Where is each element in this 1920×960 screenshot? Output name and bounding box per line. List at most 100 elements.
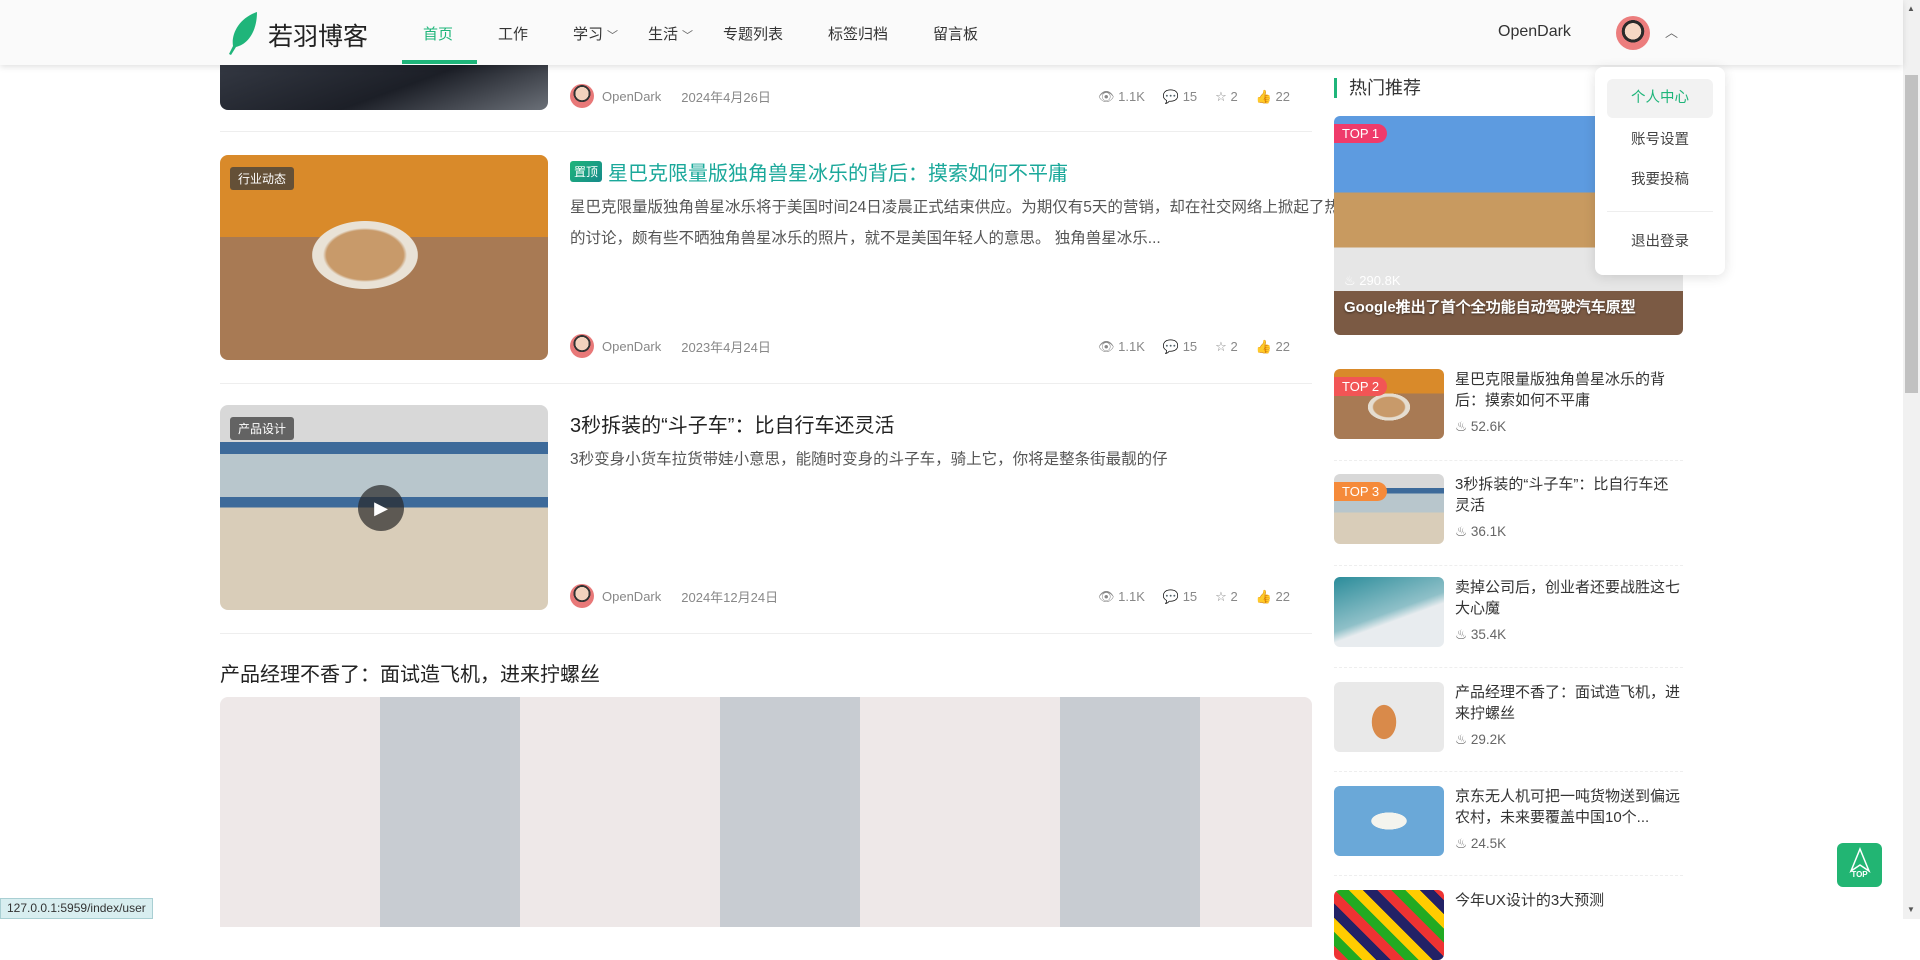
article-summary: 3秒变身小货车拉货带娃小意思，能随时变身的斗子车，骑上它，你将是整条街最靓的仔 <box>570 451 1168 468</box>
hot-title: 京东无人机可把一吨货物送到偏远农村，未来要覆盖中国10个... <box>1455 788 1681 826</box>
hot-list-item[interactable]: 京东无人机可把一吨货物送到偏远农村，未来要覆盖中国10个... ♨ 24.5K <box>1334 786 1683 856</box>
category-tag[interactable]: 产品设计 <box>230 417 295 440</box>
nav-guestbook[interactable]: 留言板 <box>933 23 978 44</box>
like-icon[interactable]: 👍 22 <box>1256 589 1290 605</box>
star-icon[interactable]: ☆ 2 <box>1215 339 1238 355</box>
comments-icon: 💬 15 <box>1162 89 1198 104</box>
hot-title: 星巴克限量版独角兽星冰乐的背后：摸索如何不平庸 <box>1455 371 1666 409</box>
nav-active-indicator <box>402 60 477 64</box>
user-dropdown-menu: 个人中心 账号设置 我要投稿 退出登录 <box>1595 67 1725 275</box>
hot-list-item[interactable]: TOP 3 3秒拆装的“斗子车”：比自行车还灵活 ♨ 36.1K <box>1334 474 1683 544</box>
star-icon[interactable]: ☆ 2 <box>1215 89 1238 105</box>
like-icon[interactable]: 👍 22 <box>1256 339 1290 355</box>
user-avatar[interactable] <box>1616 16 1650 50</box>
article-date: 2023年4月24日 <box>681 339 771 355</box>
article-meta: OpenDark 2023年4月24日 <box>570 334 771 358</box>
chevron-down-icon: ﹀ <box>682 30 694 42</box>
article-title[interactable]: 产品经理不香了：面试造飞机，进来拧螺丝 <box>220 658 600 687</box>
hot-thumbnail: TOP 2 <box>1334 369 1444 439</box>
divider <box>1334 875 1683 876</box>
header-username[interactable]: OpenDark <box>1498 23 1571 41</box>
article-title[interactable]: 星巴克限量版独角兽星冰乐的背后：摸索如何不平庸 <box>608 157 1068 186</box>
category-tag[interactable]: 行业动态 <box>230 167 295 190</box>
article-summary: 星巴克限量版独角兽星冰乐将于美国时间24日凌晨正式结束供应。为期仅有5天的营销，… <box>570 199 1356 247</box>
hot-title: 卖掉公司后，创业者还要战胜这七大心魔 <box>1455 579 1681 617</box>
hot-count: ♨ 36.1K <box>1455 524 1507 539</box>
article-meta: OpenDark 2024年12月24日 <box>570 584 778 608</box>
nav-work[interactable]: 工作 <box>498 23 528 44</box>
chevron-down-icon: ﹀ <box>607 30 619 42</box>
hot-title: 今年UX设计的3大预测 <box>1455 892 1605 909</box>
author-avatar <box>570 334 594 358</box>
article-stats: 👁 1.1K 💬 15 ☆ 2 👍 22 <box>1098 339 1290 355</box>
hot-list-item[interactable]: TOP 2 星巴克限量版独角兽星冰乐的背后：摸索如何不平庸 ♨ 52.6K <box>1334 369 1683 439</box>
page-scrollbar[interactable]: ▲ ▼ <box>1903 0 1920 919</box>
divider <box>1334 667 1683 668</box>
chevron-up-icon[interactable]: ︿ <box>1665 22 1678 41</box>
top-article-title: Google推出了首个全功能自动驾驶汽车原型 <box>1344 299 1636 316</box>
hot-list-item[interactable]: 产品经理不香了：面试造飞机，进来拧螺丝 ♨ 29.2K <box>1334 682 1683 752</box>
hot-list-item[interactable]: 今年UX设计的3大预测 <box>1334 890 1683 960</box>
divider <box>1334 460 1683 461</box>
article-stats: 👁 1.1K 💬 15 ☆ 2 👍 22 <box>1098 589 1290 605</box>
menu-item-account-settings[interactable]: 账号设置 <box>1607 121 1713 160</box>
author-name[interactable]: OpenDark <box>602 89 661 104</box>
back-to-top-button[interactable]: TOP <box>1837 843 1882 887</box>
menu-divider <box>1607 211 1713 212</box>
flame-icon: ♨ <box>1455 419 1468 434</box>
hot-count: ♨ 35.4K <box>1455 627 1507 642</box>
scroll-down-arrow-icon[interactable]: ▼ <box>1907 905 1915 914</box>
hot-title: 3秒拆装的“斗子车”：比自行车还灵活 <box>1455 476 1669 514</box>
menu-item-profile[interactable]: 个人中心 <box>1607 79 1713 118</box>
hot-title: 产品经理不香了：面试造飞机，进来拧螺丝 <box>1455 684 1681 722</box>
article-date: 2024年12月24日 <box>681 589 779 605</box>
menu-item-submit-post[interactable]: 我要投稿 <box>1607 161 1713 200</box>
hot-count: ♨ 29.2K <box>1455 732 1507 747</box>
nav-study-label: 学习 <box>573 26 604 43</box>
scroll-up-arrow-icon[interactable]: ▲ <box>1907 4 1915 13</box>
comments-icon: 💬 15 <box>1162 589 1198 604</box>
flame-icon: ♨ <box>1455 732 1468 747</box>
flame-icon: ♨ <box>1344 273 1356 288</box>
star-icon[interactable]: ☆ 2 <box>1215 589 1238 605</box>
article-date: 2024年4月26日 <box>681 89 771 105</box>
nav-life[interactable]: 生活 ﹀ <box>648 23 693 44</box>
flame-icon: ♨ <box>1455 627 1468 642</box>
flame-icon: ♨ <box>1455 836 1468 851</box>
like-icon[interactable]: 👍 22 <box>1256 89 1290 105</box>
play-icon[interactable]: ▶ <box>358 485 404 531</box>
menu-item-logout[interactable]: 退出登录 <box>1607 223 1713 262</box>
author-avatar <box>570 84 594 108</box>
top-navbar: 若羽博客 首页 工作 学习 ﹀ 生活 ﹀ 专题列表 标签归档 留言板 OpenDar… <box>0 0 1903 65</box>
article-stats: 👁 1.1K 💬 15 ☆ 2 👍 22 <box>1098 89 1290 105</box>
nav-topics[interactable]: 专题列表 <box>723 23 783 44</box>
pinned-badge: 置顶 <box>570 161 603 182</box>
hot-count: ♨ 290.8K <box>1344 273 1401 288</box>
hot-thumbnail <box>1334 577 1444 647</box>
article-title[interactable]: 3秒拆装的“斗子车”：比自行车还灵活 <box>570 409 894 438</box>
views-icon: 👁 1.1K <box>1098 339 1145 354</box>
views-icon: 👁 1.1K <box>1098 89 1145 104</box>
nav-tags[interactable]: 标签归档 <box>828 23 888 44</box>
hot-count: ♨ 52.6K <box>1455 419 1507 434</box>
article-thumbnail[interactable]: 产品设计 ▶ <box>220 405 548 610</box>
hot-thumbnail <box>1334 786 1444 856</box>
hot-thumbnail: TOP 3 <box>1334 474 1444 544</box>
views-icon: 👁 1.1K <box>1098 589 1145 604</box>
scrollbar-thumb[interactable] <box>1905 75 1918 393</box>
site-name[interactable]: 若羽博客 <box>268 17 368 53</box>
article-title-row[interactable]: 置顶 星巴克限量版独角兽星冰乐的背后：摸索如何不平庸 <box>570 157 1068 186</box>
hot-list-item[interactable]: 卖掉公司后，创业者还要战胜这七大心魔 ♨ 35.4K <box>1334 577 1683 647</box>
divider <box>220 383 1312 384</box>
sidebar-title: 热门推荐 <box>1334 78 1421 98</box>
feather-logo-icon[interactable] <box>225 10 261 61</box>
nav-home[interactable]: 首页 <box>423 23 453 44</box>
comments-icon: 💬 15 <box>1162 339 1198 354</box>
nav-study[interactable]: 学习 ﹀ <box>573 23 618 44</box>
author-name[interactable]: OpenDark <box>602 589 661 604</box>
article-meta: OpenDark 2024年4月26日 <box>570 84 771 108</box>
author-name[interactable]: OpenDark <box>602 339 661 354</box>
divider <box>220 131 1312 132</box>
article-thumbnail[interactable]: 行业动态 <box>220 155 548 360</box>
article-cover-image[interactable] <box>220 697 1312 927</box>
